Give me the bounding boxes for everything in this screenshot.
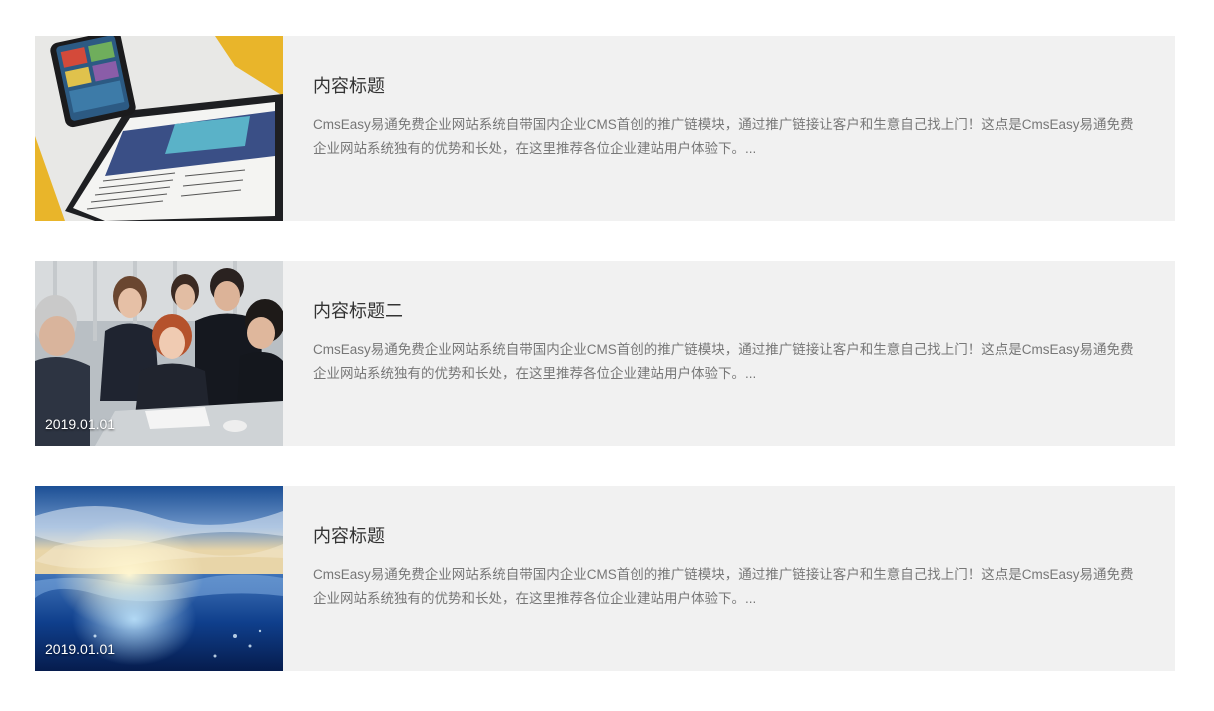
article-item[interactable]: 内容标题 CmsEasy易通免费企业网站系统自带国内企业CMS首创的推广链模块，… (35, 36, 1175, 221)
article-item[interactable]: 2019.01.01 内容标题 CmsEasy易通免费企业网站系统自带国内企业C… (35, 486, 1175, 671)
article-body: 内容标题二 CmsEasy易通免费企业网站系统自带国内企业CMS首创的推广链模块… (283, 261, 1175, 446)
article-description: CmsEasy易通免费企业网站系统自带国内企业CMS首创的推广链模块，通过推广链… (313, 567, 1134, 606)
article-title[interactable]: 内容标题 (313, 74, 1145, 98)
article-list: 内容标题 CmsEasy易通免费企业网站系统自带国内企业CMS首创的推广链模块，… (35, 36, 1175, 711)
article-item[interactable]: 2019.01.01 内容标题二 CmsEasy易通免费企业网站系统自带国内企业… (35, 261, 1175, 446)
article-body: 内容标题 CmsEasy易通免费企业网站系统自带国内企业CMS首创的推广链模块，… (283, 36, 1175, 221)
article-description: CmsEasy易通免费企业网站系统自带国内企业CMS首创的推广链模块，通过推广链… (313, 342, 1134, 381)
article-date: 2019.01.01 (45, 416, 116, 432)
article-thumbnail[interactable]: 2019.01.01 (35, 261, 283, 446)
article-thumbnail[interactable]: 2019.01.01 (35, 486, 283, 671)
tablet-reading-photo (35, 36, 283, 221)
article-date: 2019.01.01 (45, 641, 116, 657)
article-thumbnail[interactable] (35, 36, 283, 221)
article-title[interactable]: 内容标题二 (313, 299, 1145, 323)
article-title[interactable]: 内容标题 (313, 524, 1145, 548)
article-description: CmsEasy易通免费企业网站系统自带国内企业CMS首创的推广链模块，通过推广链… (313, 117, 1134, 156)
article-body: 内容标题 CmsEasy易通免费企业网站系统自带国内企业CMS首创的推广链模块，… (283, 486, 1175, 671)
